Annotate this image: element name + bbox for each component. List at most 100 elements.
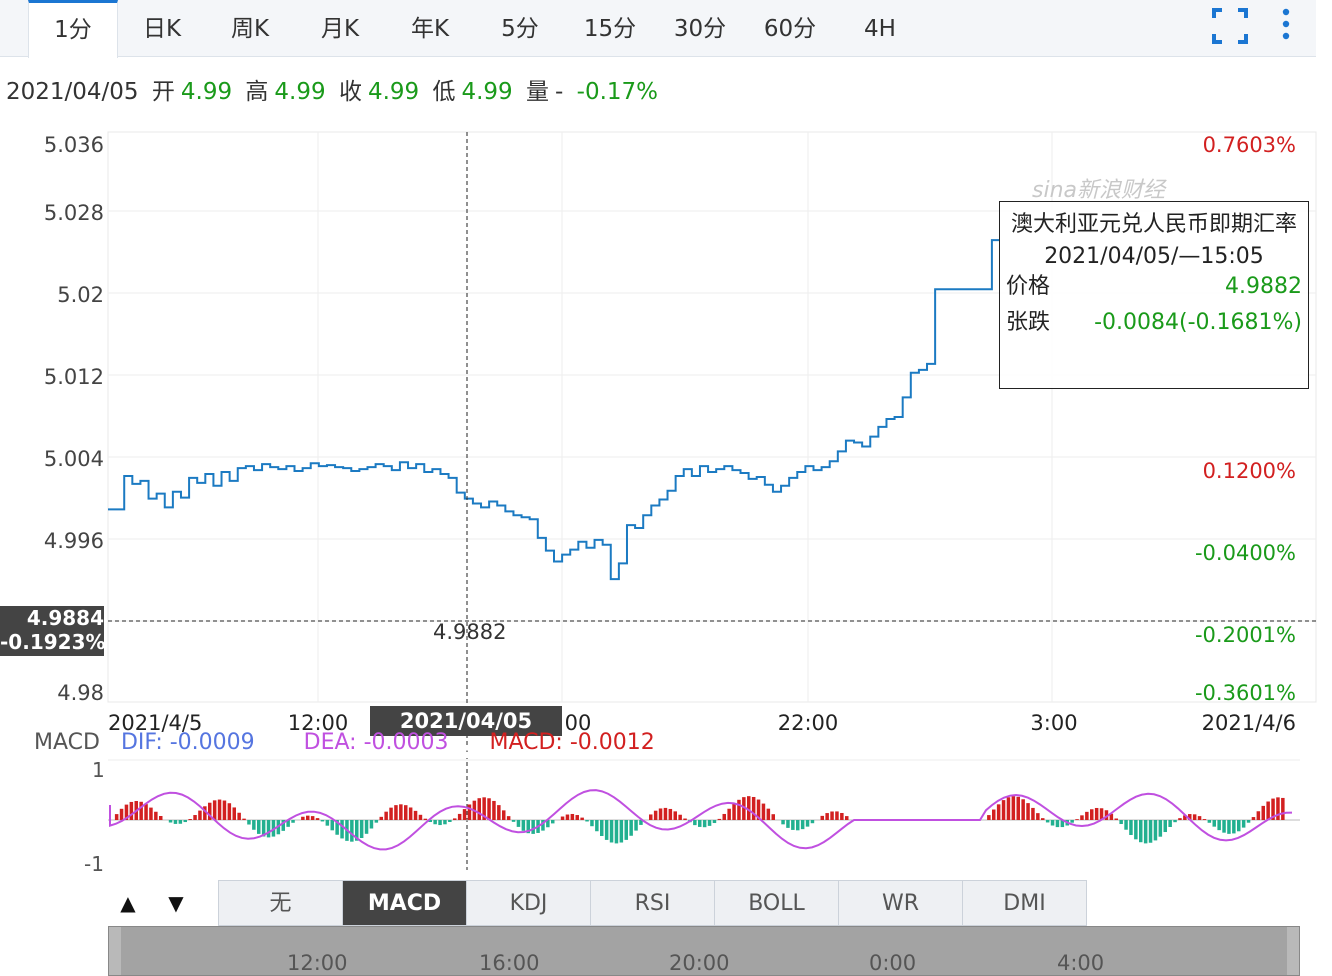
macd-bar-53	[369, 820, 374, 829]
indicator-0[interactable]: 无	[218, 880, 343, 926]
macd-bar-17	[193, 815, 197, 820]
macd-bar-197	[1075, 819, 1079, 820]
macd-bar-128	[737, 799, 741, 820]
time-navigator[interactable]: 12:00 16:00 20:00 0:00 4:00	[108, 926, 1300, 976]
macd-bar-32	[266, 820, 271, 838]
pct-tick-4: -0.3601%	[1195, 681, 1296, 705]
macd-bar-112	[658, 808, 663, 820]
macd-bar-61	[408, 807, 413, 820]
macd-bar-97	[585, 820, 589, 822]
x-tick-5: 2021/4/6	[1202, 711, 1296, 735]
indicator-4[interactable]: BOLL	[714, 880, 839, 926]
macd-bar-140	[796, 820, 800, 831]
macd-bar-103	[614, 820, 619, 844]
pct-tick-1: 0.1200%	[1203, 459, 1296, 483]
macd-bar-49	[350, 820, 354, 842]
scroll-up-button[interactable]: ▲	[106, 880, 150, 926]
macd-bar-186	[1021, 799, 1025, 820]
macd-bar-134	[766, 808, 771, 820]
macd-bar-15	[183, 820, 187, 823]
macd-bar-190	[1041, 818, 1045, 820]
macd-bar-185	[1016, 796, 1020, 820]
macd-bar-181	[996, 804, 1001, 820]
macd-bar-99	[595, 820, 599, 832]
indicator-1[interactable]: MACD	[342, 880, 467, 926]
macd-bar-57	[389, 807, 393, 820]
macd-bar-94	[570, 813, 575, 820]
nav-tick-1: 16:00	[479, 951, 540, 975]
macd-bar-192	[1050, 820, 1055, 826]
sina-watermark: sina新浪财经	[1032, 178, 1165, 203]
macd-legend: MACD DIF: -0.0009 DEA: -0.0003 MACD: -0.…	[34, 730, 655, 755]
macd-bar-59	[399, 804, 403, 820]
macd-bar-55	[379, 816, 383, 820]
indicator-3[interactable]: RSI	[590, 880, 715, 926]
macd-bar-210	[1139, 820, 1143, 843]
pct-tick-0: 0.7603%	[1203, 133, 1296, 157]
macd-bar-201	[1094, 807, 1099, 820]
scroll-down-button[interactable]: ▼	[154, 880, 198, 926]
macd-value: MACD: -0.0012	[489, 730, 655, 755]
macd-bar-43	[320, 820, 325, 822]
macd-bar-54	[374, 820, 379, 823]
macd-bar-77	[487, 798, 491, 820]
macd-bar-79	[497, 805, 501, 820]
macd-bar-146	[825, 813, 829, 820]
macd-bar-217	[1173, 820, 1177, 823]
macd-bar-90	[551, 820, 555, 824]
macd-bar-193	[1055, 820, 1060, 828]
macd-bar-2	[119, 808, 124, 820]
macd-bar-47	[340, 820, 344, 839]
macd-bar-113	[663, 807, 668, 820]
macd-bar-14	[178, 820, 183, 824]
macd-bar-86	[531, 820, 535, 834]
indicator-5[interactable]: WR	[838, 880, 963, 926]
price-chart[interactable]: 5.036 5.028 5.02 5.012 5.004 4.996 4.98 0.7603%…	[0, 0, 1332, 974]
macd-bar-126	[727, 808, 731, 820]
tooltip-change-label: 张跌	[1006, 310, 1051, 335]
macd-bar-187	[1026, 803, 1030, 820]
macd-bar-122	[707, 820, 712, 826]
macd-bar-37	[291, 820, 295, 823]
macd-bar-139	[791, 820, 795, 830]
macd-bar-208	[1129, 820, 1133, 836]
macd-bar-80	[502, 810, 506, 820]
macd-bar-131	[751, 796, 756, 820]
macd-bar-101	[604, 820, 609, 840]
macd-bar-100	[600, 820, 604, 836]
y-tick-6: 4.98	[57, 681, 104, 705]
macd-bar-111	[653, 810, 658, 820]
macd-ytick-1: 1	[92, 758, 105, 782]
macd-bar-149	[840, 812, 844, 820]
macd-bar-24	[227, 803, 232, 820]
indicator-2[interactable]: KDJ	[466, 880, 591, 926]
macd-bar-221	[1192, 814, 1197, 820]
macd-bar-81	[506, 816, 511, 820]
macd-bar-236	[1266, 801, 1270, 820]
x-tick-3: 22:00	[778, 711, 839, 735]
indicator-bar: ▲ ▼ 无 MACD KDJ RSI BOLL WR DMI	[106, 880, 1087, 926]
macd-bar-215	[1163, 820, 1167, 833]
macd-bar-119	[693, 820, 697, 826]
macd-bar-117	[683, 818, 687, 820]
macd-bar-75	[477, 798, 481, 820]
macd-bar-27	[242, 818, 246, 820]
macd-bar-40	[306, 815, 310, 820]
tooltip-change-row: 张跌 -0.0084(-0.1681%)	[1000, 305, 1308, 341]
macd-bar-124	[717, 818, 722, 820]
macd-ytick-2: -1	[84, 852, 104, 876]
macd-bar-68	[443, 820, 447, 825]
macd-bar-30	[257, 820, 261, 834]
macd-bar-227	[1222, 820, 1226, 833]
macd-bar-200	[1090, 809, 1094, 820]
macd-bar-214	[1158, 820, 1163, 837]
macd-bar-44	[325, 820, 330, 826]
macd-bar-16	[188, 819, 192, 820]
macd-bar-115	[673, 811, 677, 820]
macd-bar-179	[987, 815, 991, 820]
macd-bar-235	[1261, 805, 1265, 820]
macd-bar-206	[1119, 820, 1123, 825]
macd-bar-135	[771, 814, 775, 820]
indicator-6[interactable]: DMI	[962, 880, 1087, 926]
macd-bar-114	[668, 808, 673, 820]
